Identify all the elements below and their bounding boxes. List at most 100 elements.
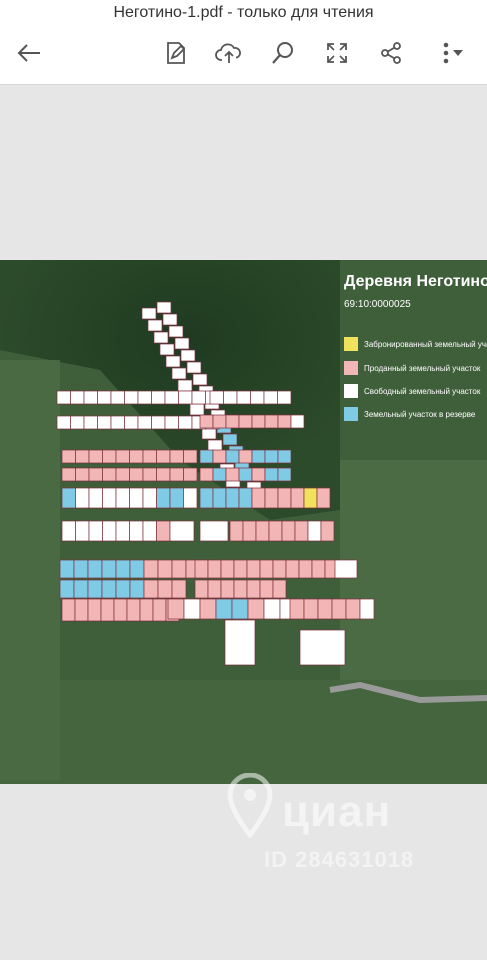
land-lot — [180, 349, 196, 362]
land-lot — [212, 414, 227, 429]
land-lot — [251, 467, 266, 482]
land-lot — [124, 415, 139, 430]
land-lot — [191, 390, 206, 405]
land-lot — [87, 579, 103, 599]
land-lot — [222, 433, 238, 446]
fullscreen-button[interactable] — [318, 34, 356, 72]
land-lot — [277, 449, 292, 464]
land-lot — [75, 487, 90, 509]
land-lot — [59, 579, 75, 599]
land-lot — [225, 414, 240, 429]
land-lot — [264, 467, 279, 482]
land-lot — [199, 449, 214, 464]
edit-button[interactable] — [158, 34, 194, 72]
land-lot — [142, 520, 157, 542]
land-lot — [178, 415, 193, 430]
land-lot — [225, 487, 240, 509]
land-lot — [129, 559, 145, 579]
search-button[interactable] — [265, 34, 301, 72]
land-lot — [168, 325, 184, 338]
land-lot — [171, 367, 187, 380]
edit-document-icon — [167, 42, 186, 64]
land-lot — [264, 487, 279, 509]
arrow-left-icon — [17, 44, 40, 62]
upload-button[interactable] — [210, 34, 248, 72]
land-lot — [272, 579, 287, 599]
back-button[interactable] — [10, 34, 48, 72]
land-lot — [209, 390, 224, 405]
land-lot — [277, 487, 292, 509]
cadastral-number: 69:10:0000025 — [344, 299, 411, 310]
land-lot — [189, 403, 205, 416]
land-lot — [345, 598, 361, 620]
land-lot — [251, 487, 266, 509]
land-lot — [223, 390, 238, 405]
land-lot — [233, 559, 248, 579]
legend-free: Свободный земельный участок — [344, 384, 480, 398]
land-lot — [153, 331, 169, 344]
land-lot — [75, 520, 90, 542]
share-button[interactable] — [372, 34, 410, 72]
land-lot — [142, 449, 157, 464]
land-lot — [183, 449, 198, 464]
land-lot — [141, 307, 157, 320]
land-lot — [110, 390, 125, 405]
land-lot — [59, 559, 75, 579]
land-lot — [290, 487, 305, 509]
land-lot — [115, 487, 130, 509]
land-lot — [110, 415, 125, 430]
land-lot — [129, 449, 144, 464]
search-icon — [272, 42, 293, 64]
land-lot — [212, 449, 227, 464]
land-lot — [164, 390, 179, 405]
land-lot — [290, 414, 305, 429]
land-lot — [212, 487, 227, 509]
land-lot — [88, 467, 103, 482]
land-lot — [61, 449, 76, 464]
legend-swatch-reserved — [344, 337, 358, 351]
land-lot — [88, 487, 103, 509]
land-lot — [113, 598, 128, 622]
land-lot — [238, 467, 253, 482]
land-lot — [236, 390, 251, 405]
cian-watermark: циан ID 284631018 — [220, 773, 450, 883]
land-lot — [307, 520, 322, 542]
land-lot — [186, 361, 202, 374]
land-lot — [272, 559, 287, 579]
land-lot — [255, 520, 270, 542]
land-lot — [151, 415, 166, 430]
land-lot — [233, 579, 248, 599]
chevron-down-icon — [453, 50, 463, 56]
land-lot — [74, 598, 89, 622]
land-lot — [199, 414, 214, 429]
land-lot — [75, 467, 90, 482]
land-lot — [156, 487, 171, 509]
more-options-button[interactable] — [430, 34, 474, 72]
land-lot — [207, 559, 222, 579]
land-lot — [199, 467, 214, 482]
land-lot — [97, 390, 112, 405]
land-lot — [137, 390, 152, 405]
land-lot — [88, 449, 103, 464]
land-lot — [178, 390, 193, 405]
land-lot — [165, 355, 181, 368]
land-lot — [157, 579, 173, 599]
land-lot — [229, 520, 244, 542]
land-lot — [183, 467, 198, 482]
land-lot — [129, 520, 144, 542]
land-lot — [167, 598, 185, 620]
pdf-page[interactable]: Деревня Неготино 69:10:0000025 Заброниро… — [0, 260, 487, 784]
land-lot — [73, 579, 89, 599]
land-lot — [250, 390, 265, 405]
land-lot — [157, 559, 173, 579]
land-lot — [320, 520, 335, 542]
land-lot — [224, 619, 256, 666]
map-title: Деревня Неготино — [344, 273, 487, 290]
land-lot — [259, 579, 274, 599]
land-lot — [238, 414, 253, 429]
land-lot — [129, 467, 144, 482]
land-lot — [101, 579, 117, 599]
land-lot — [156, 467, 171, 482]
land-lot — [177, 379, 193, 392]
pdf-viewer[interactable]: Деревня Неготино 69:10:0000025 Заброниро… — [0, 85, 487, 960]
